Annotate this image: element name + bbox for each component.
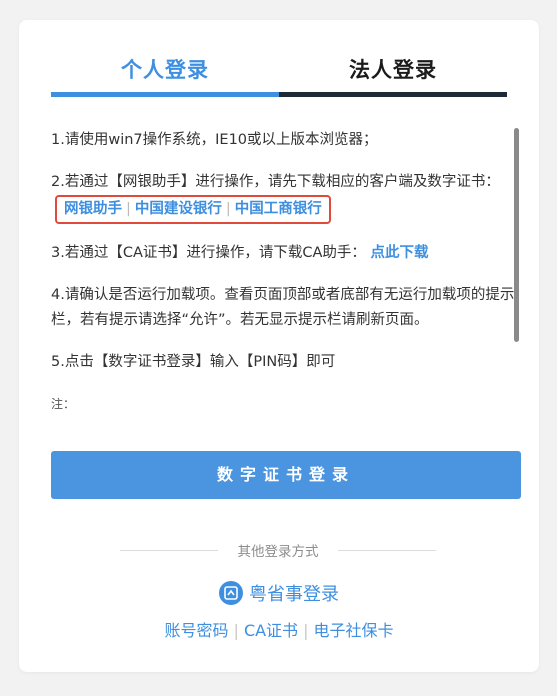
certificate-login-button[interactable]: 数字证书登录: [51, 451, 521, 499]
link-ebank-assistant[interactable]: 网银助手: [64, 201, 122, 217]
other-login-methods-label: 其他登录方式: [237, 544, 319, 560]
yss-login-label: 粤省事登录: [249, 584, 339, 605]
account-password-login[interactable]: 账号密码: [165, 621, 229, 640]
yss-login-link[interactable]: 粤省事登录: [19, 580, 539, 606]
link-ccb[interactable]: 中国建设银行: [135, 201, 222, 217]
divider-left: [120, 550, 218, 551]
instruction-item-4: 4.请确认是否运行加载项。查看页面顶部或者底部有无运行加载项的提示栏，若有提示请…: [51, 287, 515, 328]
alt-login-links: 账号密码 | CA证书 | 电子社保卡: [19, 617, 539, 641]
tab-personal-indicator: [51, 92, 279, 97]
download-links-highlight: 网银助手 | 中国建设银行 | 中国工商银行: [55, 195, 331, 224]
instruction-item-1: 1.请使用win7操作系统，IE10或以上版本浏览器；: [51, 132, 378, 148]
yss-app-icon: [219, 581, 243, 605]
instruction-item-3: 3.若通过【CA证书】进行操作，请下载CA助手： 点此下载: [51, 241, 521, 266]
instruction-note: 注：: [51, 397, 76, 411]
tab-personal-login[interactable]: 个人登录: [51, 54, 279, 84]
link-download-ca-assistant[interactable]: 点此下载: [371, 245, 429, 261]
link-separator: |: [225, 201, 231, 217]
ca-certificate-login[interactable]: CA证书: [244, 621, 298, 640]
alt-separator: |: [233, 621, 239, 640]
instruction-item-2-text: 2.若通过【网银助手】进行操作，请先下载相应的客户端及数字证书：: [51, 174, 500, 190]
divider-right: [338, 550, 436, 551]
social-security-card-login[interactable]: 电子社保卡: [313, 621, 393, 640]
tab-corporate-indicator: [279, 92, 507, 97]
login-card: 个人登录 法人登录 1.请使用win7操作系统，IE10或以上版本浏览器； 2.…: [19, 20, 539, 672]
tab-corporate-login[interactable]: 法人登录: [279, 54, 507, 84]
alt-separator: |: [303, 621, 309, 640]
instructions-scrollbar[interactable]: [514, 126, 520, 451]
instruction-item-3-text: 3.若通过【CA证书】进行操作，请下载CA助手：: [51, 245, 366, 261]
login-tabs: 个人登录 法人登录: [51, 54, 507, 98]
link-separator: |: [126, 201, 131, 217]
instructions-panel[interactable]: 1.请使用win7操作系统，IE10或以上版本浏览器； 2.若通过【网银助手】进…: [51, 128, 521, 450]
instruction-item-2: 2.若通过【网银助手】进行操作，请先下载相应的客户端及数字证书：网银助手 | 中国建…: [51, 170, 521, 224]
link-icbc[interactable]: 中国工商银行: [235, 201, 322, 217]
instruction-item-5: 5.点击【数字证书登录】输入【PIN码】即可: [51, 354, 336, 370]
scrollbar-thumb[interactable]: [514, 128, 519, 342]
